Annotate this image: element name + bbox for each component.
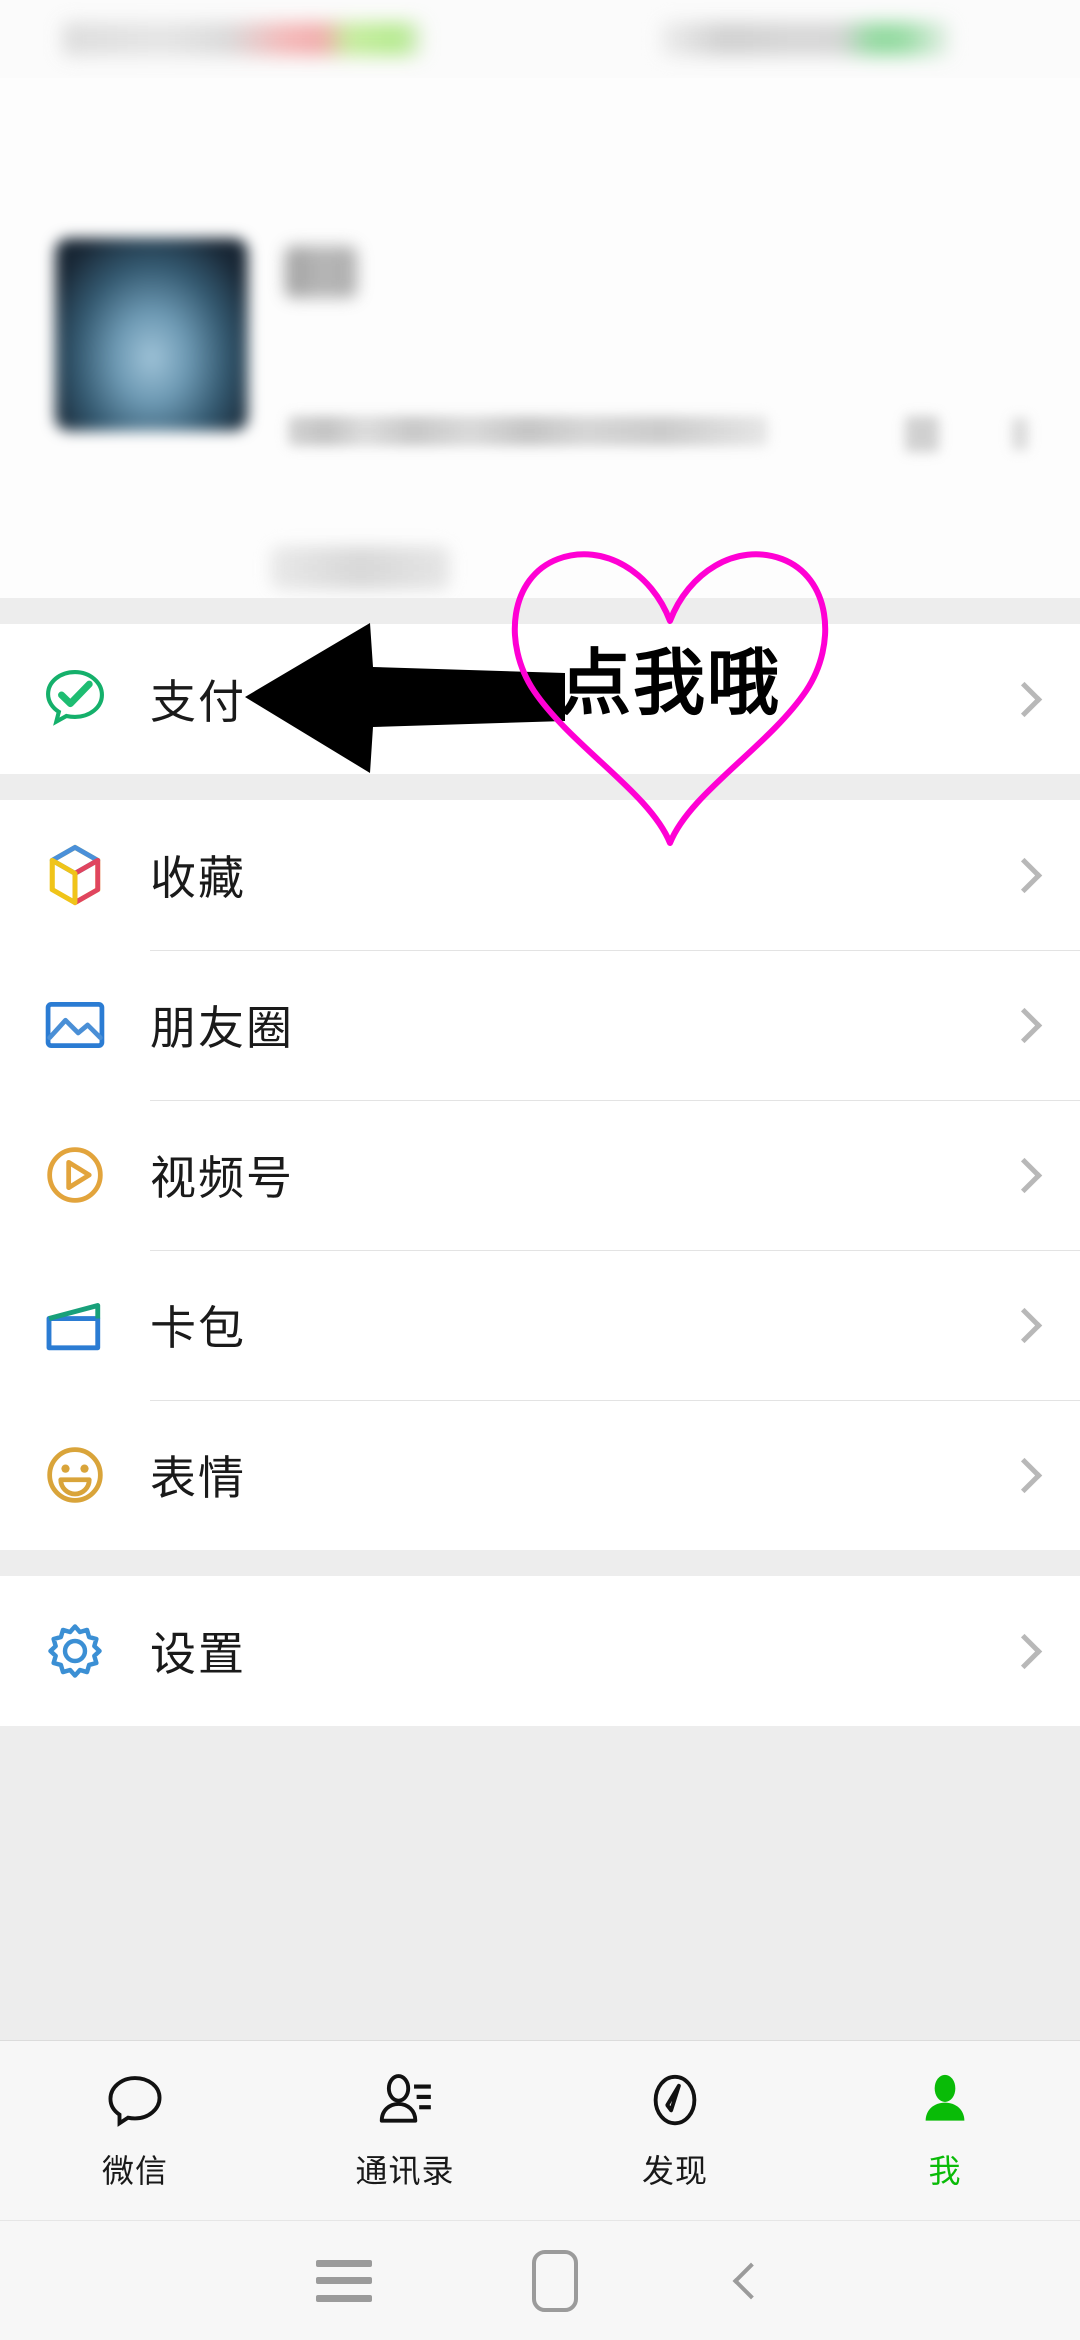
empty-area bbox=[0, 1726, 1080, 2066]
chevron-right-icon bbox=[1010, 1635, 1042, 1667]
wechat-id-blurred bbox=[288, 416, 768, 446]
tab-discover[interactable]: 发现 bbox=[540, 2041, 810, 2220]
menu-item-moments[interactable]: 朋友圈 bbox=[0, 950, 1080, 1100]
status-bar-left-blurred bbox=[62, 22, 422, 56]
chevron-right-icon bbox=[1010, 859, 1042, 891]
profile-name-blurred bbox=[285, 246, 357, 298]
menu-item-label: 收藏 bbox=[150, 852, 246, 904]
tab-label: 通讯录 bbox=[355, 2153, 455, 2189]
menu-item-label: 支付 bbox=[150, 676, 246, 728]
android-nav-bar bbox=[0, 2220, 1080, 2340]
contacts-icon bbox=[374, 2069, 436, 2136]
chevron-right-icon bbox=[1010, 1309, 1042, 1341]
phone-screen: 支付 收藏 朋友圈 视频号 卡包 表情 设置 点我哦 微信 通讯录 发现 我 bbox=[0, 0, 1080, 2340]
pay-icon bbox=[0, 661, 150, 737]
group-separator bbox=[0, 598, 1080, 624]
channels-play-icon bbox=[0, 1137, 150, 1213]
favorites-cube-icon bbox=[0, 836, 150, 914]
menu-item-settings[interactable]: 设置 bbox=[0, 1576, 1080, 1726]
menu-item-label: 朋友圈 bbox=[150, 1002, 294, 1054]
chevron-right-icon bbox=[1010, 683, 1042, 715]
menu-item-stickers[interactable]: 表情 bbox=[0, 1400, 1080, 1550]
back-icon[interactable] bbox=[732, 2262, 770, 2299]
menu-group-settings: 设置 bbox=[0, 1576, 1080, 1726]
menu-item-pay[interactable]: 支付 bbox=[0, 624, 1080, 774]
person-me-icon bbox=[914, 2069, 976, 2136]
tab-wechat[interactable]: 微信 bbox=[0, 2041, 270, 2220]
recents-icon[interactable] bbox=[316, 2259, 372, 2302]
stickers-smiley-icon bbox=[0, 1437, 150, 1513]
qr-code-icon[interactable] bbox=[905, 416, 939, 452]
chevron-right-icon bbox=[1010, 1459, 1042, 1491]
profile-header[interactable] bbox=[0, 78, 1080, 598]
status-bar bbox=[0, 0, 1080, 78]
cards-wallet-icon bbox=[0, 1286, 150, 1364]
menu-group-main: 收藏 朋友圈 视频号 卡包 表情 bbox=[0, 800, 1080, 1550]
home-icon[interactable] bbox=[532, 2249, 578, 2312]
menu-item-channels[interactable]: 视频号 bbox=[0, 1100, 1080, 1250]
settings-gear-icon bbox=[0, 1613, 150, 1689]
menu-item-favorites[interactable]: 收藏 bbox=[0, 800, 1080, 950]
moments-photo-icon bbox=[0, 987, 150, 1063]
menu-item-label: 表情 bbox=[150, 1452, 246, 1504]
bottom-tab-bar: 微信 通讯录 发现 我 bbox=[0, 2040, 1080, 2220]
chevron-right-icon bbox=[1010, 1009, 1042, 1041]
menu-item-label: 设置 bbox=[150, 1628, 246, 1680]
menu-item-label: 视频号 bbox=[150, 1152, 294, 1204]
tab-contacts[interactable]: 通讯录 bbox=[270, 2041, 540, 2220]
avatar[interactable] bbox=[55, 238, 248, 431]
group-separator bbox=[0, 1550, 1080, 1576]
tab-label: 我 bbox=[928, 2153, 962, 2189]
group-separator bbox=[0, 774, 1080, 800]
chevron-right-icon bbox=[1012, 418, 1028, 450]
tab-me[interactable]: 我 bbox=[810, 2041, 1080, 2220]
status-bar-right-blurred bbox=[660, 22, 950, 56]
chevron-right-icon bbox=[1010, 1159, 1042, 1191]
tab-label: 发现 bbox=[641, 2153, 708, 2189]
tab-label: 微信 bbox=[101, 2153, 168, 2189]
chat-bubble-icon bbox=[104, 2069, 166, 2136]
menu-item-cards[interactable]: 卡包 bbox=[0, 1250, 1080, 1400]
status-tag-blurred[interactable] bbox=[270, 546, 450, 590]
compass-discover-icon bbox=[644, 2069, 706, 2136]
menu-item-label: 卡包 bbox=[150, 1302, 246, 1354]
menu-group-pay: 支付 bbox=[0, 624, 1080, 774]
